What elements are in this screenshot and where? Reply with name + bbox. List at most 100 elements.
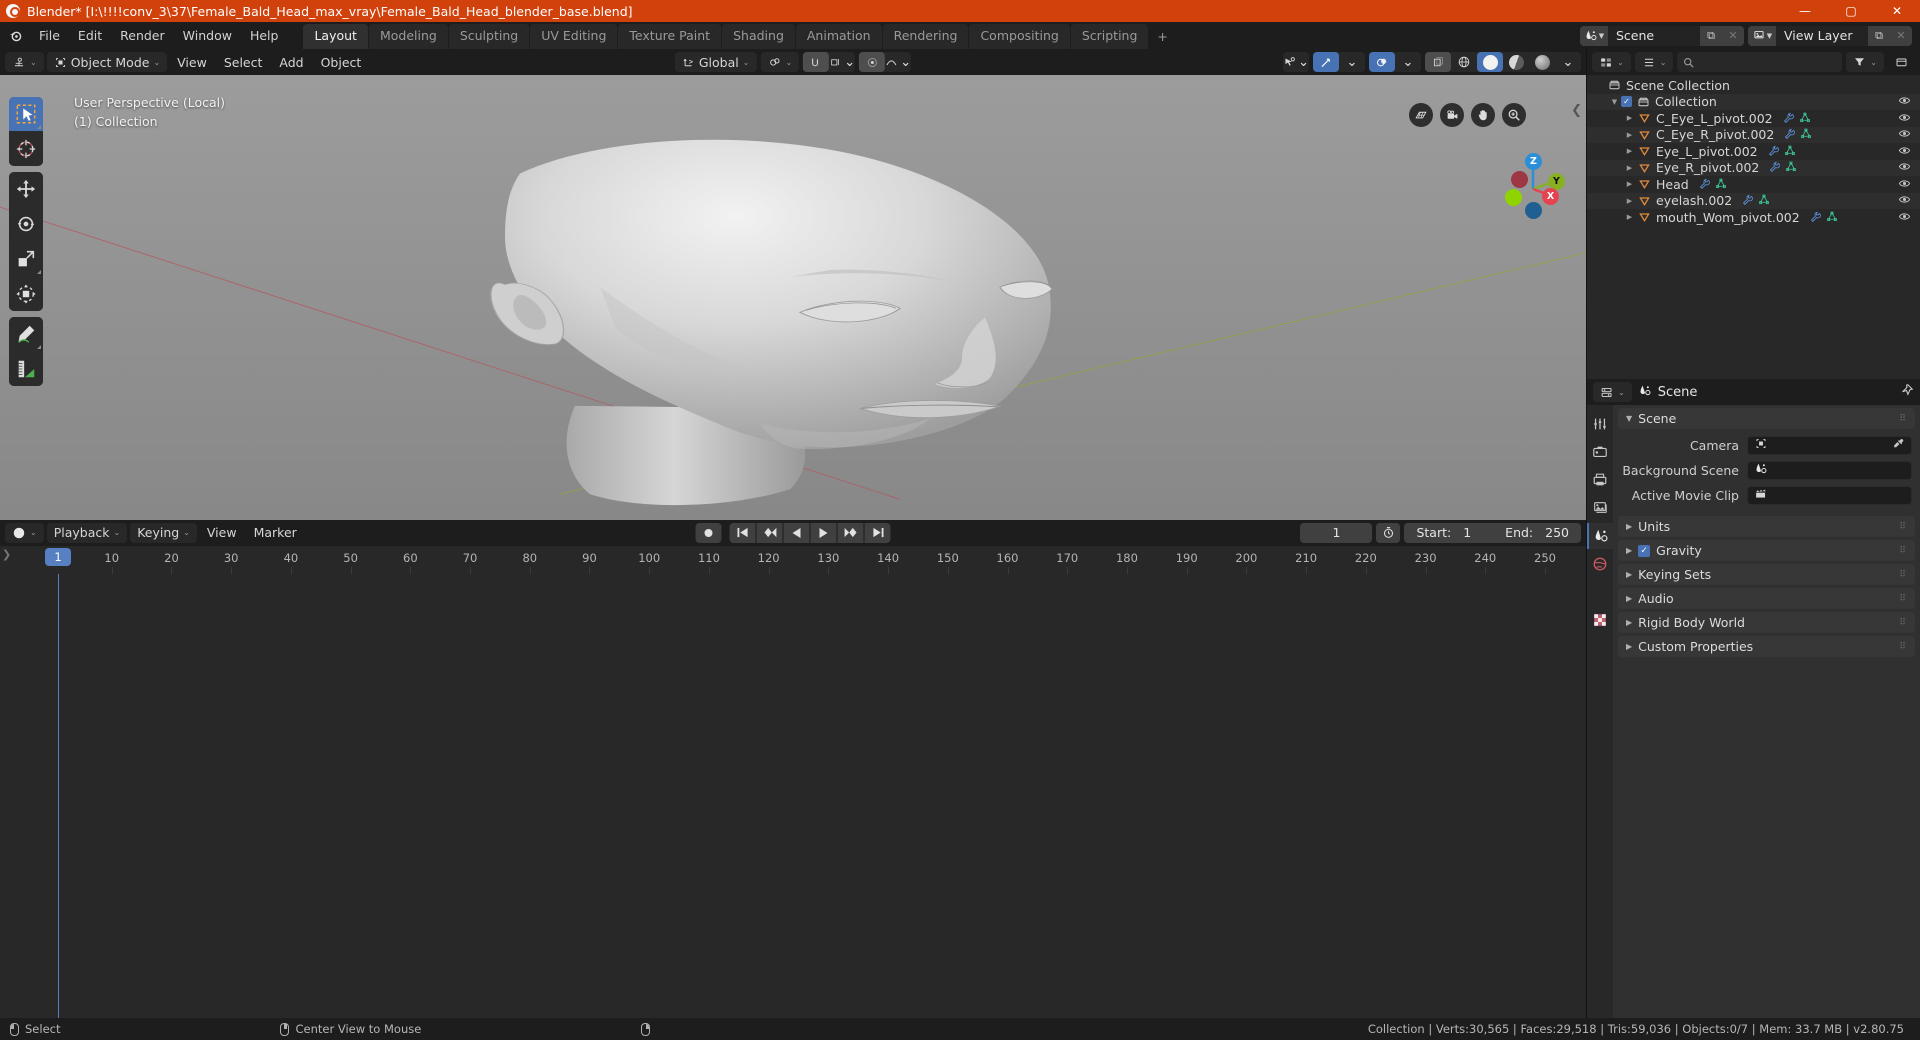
- jump-to-prev-keyframe-button[interactable]: [756, 522, 783, 543]
- cursor-tool[interactable]: [9, 132, 43, 166]
- outliner-display-mode-selector[interactable]: ⌄: [1634, 52, 1674, 72]
- viewport-menu-view[interactable]: View: [170, 52, 214, 72]
- modifier-icon[interactable]: [1767, 144, 1779, 159]
- outliner-row[interactable]: Scene Collection: [1587, 77, 1920, 94]
- visibility-eye-icon[interactable]: [1898, 127, 1911, 142]
- disclosure-triangle-icon[interactable]: ▶: [1623, 180, 1636, 188]
- texture-tab[interactable]: [1587, 607, 1613, 633]
- measure-tool[interactable]: [9, 352, 43, 386]
- visibility-eye-icon[interactable]: [1898, 144, 1911, 159]
- scene-tab[interactable]: [1587, 523, 1613, 549]
- snap-target-selector[interactable]: ⌄: [760, 52, 800, 72]
- tab-shading[interactable]: Shading: [722, 24, 795, 49]
- maximize-button[interactable]: ▢: [1828, 0, 1874, 22]
- properties-panel-header[interactable]: ▶ Rigid Body World ⠿: [1618, 612, 1915, 633]
- tab-animation[interactable]: Animation: [795, 24, 882, 49]
- play-button[interactable]: [810, 522, 837, 543]
- auto-keying-icon[interactable]: [1376, 522, 1401, 543]
- disclosure-triangle-icon[interactable]: ▶: [1623, 131, 1636, 139]
- outliner-item-label[interactable]: Head: [1656, 177, 1689, 192]
- panel-drag-grip[interactable]: ⠿: [1899, 594, 1907, 604]
- new-scene-button[interactable]: ⧉: [1700, 25, 1722, 46]
- collection-checkbox[interactable]: ✓: [1621, 96, 1632, 108]
- xray-toggle[interactable]: [1425, 52, 1451, 72]
- minimize-button[interactable]: —: [1782, 0, 1828, 22]
- viewlayer-icon[interactable]: ▼: [1748, 25, 1776, 46]
- modifier-icon[interactable]: [1768, 160, 1781, 175]
- viewlayer-selector[interactable]: ▼ View Layer ⧉ ✕: [1748, 25, 1912, 46]
- current-frame-field[interactable]: 1: [1300, 522, 1373, 543]
- mesh-data-icon[interactable]: [1799, 111, 1811, 126]
- solid-shading-button[interactable]: [1477, 52, 1503, 72]
- panel-disclosure-icon[interactable]: ▶: [1626, 618, 1632, 627]
- viewport-menu-object[interactable]: Object: [314, 52, 369, 72]
- timeline-menu-marker[interactable]: Marker: [247, 523, 304, 543]
- snap-mode-selector[interactable]: ⌄: [829, 52, 855, 72]
- gizmo-axis-neg-x[interactable]: [1511, 171, 1528, 188]
- output-tab[interactable]: [1587, 467, 1613, 493]
- properties-editor-type-selector[interactable]: ⌄: [1593, 382, 1632, 402]
- gizmo-axis-neg-z[interactable]: [1525, 202, 1542, 219]
- material-preview-button[interactable]: [1503, 52, 1529, 72]
- tweak-select-tool[interactable]: [9, 97, 43, 131]
- panel-disclosure-icon[interactable]: ▶: [1626, 546, 1632, 555]
- disclosure-triangle-icon[interactable]: ▶: [1623, 147, 1636, 155]
- tab-sculpting[interactable]: Sculpting: [448, 24, 530, 49]
- mesh-data-icon[interactable]: [1800, 127, 1812, 142]
- record-keyframes-button[interactable]: [695, 522, 722, 543]
- viewlayer-tab[interactable]: [1587, 495, 1613, 521]
- zoom-view-icon[interactable]: [1502, 103, 1526, 127]
- outliner-row[interactable]: ▶ Head: [1587, 176, 1920, 193]
- mesh-data-icon[interactable]: [1715, 177, 1727, 192]
- properties-panel-header[interactable]: ▶ Audio ⠿: [1618, 588, 1915, 609]
- outliner-editor-type-selector[interactable]: ⌄: [1592, 52, 1631, 72]
- gizmo-options-dropdown[interactable]: ⌄: [1339, 52, 1365, 72]
- outliner-item-label[interactable]: C_Eye_L_pivot.002: [1656, 111, 1773, 126]
- panel-drag-grip[interactable]: ⠿: [1899, 642, 1907, 652]
- add-workspace-button[interactable]: +: [1149, 25, 1175, 49]
- outliner-item-label[interactable]: Collection: [1655, 94, 1717, 109]
- tab-layout[interactable]: Layout: [303, 24, 368, 49]
- panel-drag-grip[interactable]: ⠿: [1899, 618, 1907, 628]
- scene-selector[interactable]: ▼ Scene ⧉ ✕: [1580, 25, 1744, 46]
- outliner-item-label[interactable]: Eye_L_pivot.002: [1656, 144, 1758, 159]
- panel-drag-grip[interactable]: ⠿: [1899, 522, 1907, 532]
- outliner-row[interactable]: ▶ Eye_L_pivot.002: [1587, 143, 1920, 160]
- outliner-row[interactable]: ▶ mouth_Wom_pivot.002: [1587, 209, 1920, 226]
- outliner-item-label[interactable]: mouth_Wom_pivot.002: [1656, 210, 1800, 225]
- disclosure-triangle-icon[interactable]: ▶: [1623, 114, 1636, 122]
- outliner-row[interactable]: ▶ Eye_R_pivot.002: [1587, 159, 1920, 176]
- property-field[interactable]: [1747, 461, 1912, 480]
- jump-to-end-button[interactable]: [864, 522, 891, 543]
- viewport-menu-select[interactable]: Select: [217, 52, 270, 72]
- overlay-options-dropdown[interactable]: ⌄: [1395, 52, 1421, 72]
- panel-disclosure-icon[interactable]: ▶: [1626, 594, 1632, 603]
- toggle-ortho-icon[interactable]: [1409, 103, 1433, 127]
- rotate-tool[interactable]: [9, 207, 43, 241]
- modifier-icon[interactable]: [1809, 210, 1821, 225]
- outliner-filter-button[interactable]: ⌄: [1846, 52, 1884, 72]
- frame-range-fields[interactable]: Start: 1 End: 250: [1404, 522, 1581, 543]
- outliner-new-collection-button[interactable]: [1888, 52, 1915, 72]
- 3d-viewport[interactable]: User Perspective (Local) (1) Collection: [0, 75, 1586, 520]
- editor-type-selector[interactable]: ⌄: [5, 52, 44, 72]
- timeline-editor-type-selector[interactable]: ⌄: [5, 522, 44, 543]
- disclosure-triangle-icon[interactable]: ▶: [1623, 213, 1636, 221]
- mesh-data-icon[interactable]: [1785, 160, 1797, 175]
- gizmo-axis-z[interactable]: Z: [1525, 153, 1542, 170]
- outliner-tree[interactable]: Scene Collection ▼ ✓ Collection ▶ C_Eye_L_piv…: [1587, 75, 1920, 379]
- outliner-item-label[interactable]: C_Eye_R_pivot.002: [1656, 127, 1774, 142]
- end-frame-value[interactable]: 250: [1545, 525, 1569, 540]
- panel-disclosure-icon[interactable]: ▶: [1626, 570, 1632, 579]
- mesh-data-icon[interactable]: [1784, 144, 1796, 159]
- scale-tool[interactable]: [9, 242, 43, 276]
- tab-scripting[interactable]: Scripting: [1070, 24, 1149, 49]
- tab-texture-paint[interactable]: Texture Paint: [618, 24, 722, 49]
- scene-icon[interactable]: ▼: [1580, 25, 1608, 46]
- modifier-icon[interactable]: [1782, 111, 1794, 126]
- tool-tab[interactable]: [1587, 411, 1613, 437]
- move-tool[interactable]: [9, 172, 43, 206]
- proportional-falloff-selector[interactable]: ⌄: [885, 52, 911, 72]
- outliner-row[interactable]: ▶ C_Eye_L_pivot.002: [1587, 110, 1920, 127]
- outliner-search-input[interactable]: [1677, 52, 1843, 72]
